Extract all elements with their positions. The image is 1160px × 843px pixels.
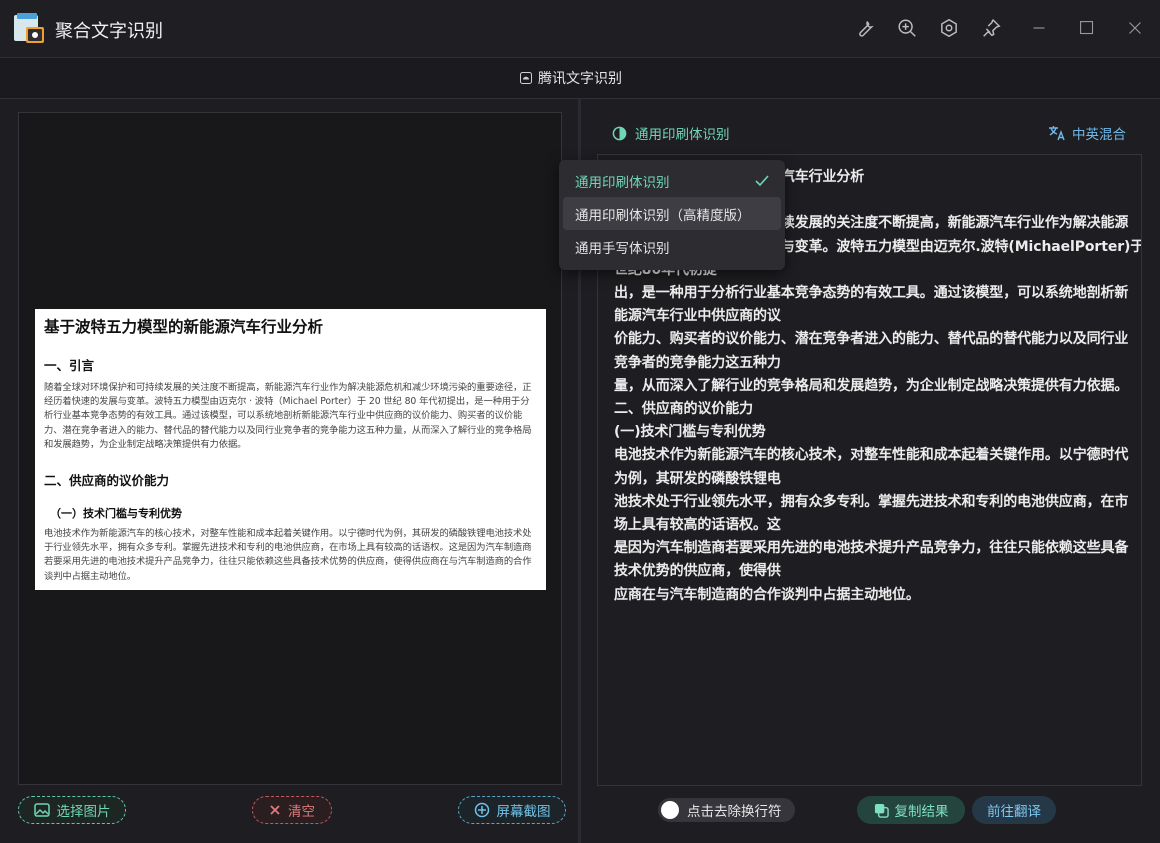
- app-logo-icon: [12, 13, 46, 45]
- result-line: 价能力、购买者的议价能力、潜在竞争者进入的能力、替代品的替代能力以及同行业: [614, 331, 1129, 348]
- toggle-knob: [661, 801, 679, 819]
- select-image-label: 选择图片: [56, 804, 111, 820]
- remove-linebreak-toggle[interactable]: 点击去除换行符: [658, 798, 795, 822]
- zoom-in-icon[interactable]: [896, 17, 918, 39]
- result-line: 场上具有较高的话语权。这: [614, 517, 781, 534]
- language-label: 中英混合: [1072, 127, 1126, 143]
- doc-paragraph-2: 电池技术作为新能源汽车的核心技术，对整车性能和成本起着关键作用。以宁德时代为例，…: [44, 528, 532, 582]
- translate-label: 前往翻译: [987, 804, 1041, 820]
- close-x-icon: [270, 805, 280, 815]
- wrench-icon[interactable]: [854, 17, 876, 39]
- copy-icon: [874, 803, 889, 818]
- result-line: 二、供应商的议价能力: [614, 401, 753, 418]
- image-icon: [33, 803, 50, 817]
- copy-result-button[interactable]: 复制结果: [857, 796, 965, 824]
- result-line: 为例，其研发的磷酸铁锂电: [614, 470, 781, 487]
- ocr-mode-selector[interactable]: 通用印刷体识别: [612, 123, 730, 143]
- select-image-button[interactable]: 选择图片: [18, 796, 126, 824]
- language-selector[interactable]: 中英混合: [1048, 123, 1126, 143]
- window-title: 聚合文字识别: [55, 21, 163, 42]
- screen-capture-icon: [474, 802, 489, 818]
- doc-section-2: 二、供应商的议价能力: [44, 473, 170, 489]
- toggle-label: 点击去除换行符: [687, 804, 782, 820]
- option-label: 通用印刷体识别（高精度版）: [575, 207, 751, 224]
- document-image: 基于波特五力模型的新能源汽车行业分析 一、引言 随着全球对环境保护和可持续发展的…: [35, 309, 546, 590]
- ocr-mode-dropdown: 通用印刷体识别 通用印刷体识别（高精度版） 通用手写体识别: [559, 160, 785, 270]
- screenshot-button[interactable]: 屏幕截图: [458, 796, 566, 824]
- maximize-icon[interactable]: [1076, 17, 1098, 39]
- result-line: 是因为汽车制造商若要采用先进的电池技术提升产品竞争力，往往只能依赖这些具备: [614, 540, 1129, 557]
- minimize-icon[interactable]: [1028, 17, 1050, 39]
- close-icon[interactable]: [1124, 17, 1146, 39]
- result-line: 技术优势的供应商，使得供: [614, 563, 781, 580]
- pin-icon[interactable]: [980, 17, 1002, 39]
- option-label: 通用手写体识别: [575, 240, 670, 257]
- result-line: 池技术处于行业领先水平，拥有众多专利。掌握先进技术和专利的电池供应商，在市: [614, 493, 1129, 510]
- result-line: 竞争者的竞争能力这五种力: [614, 354, 781, 371]
- hexagon-settings-icon[interactable]: [938, 17, 960, 39]
- result-line: 能源汽车行业中供应商的议: [614, 308, 781, 325]
- screenshot-label: 屏幕截图: [496, 804, 551, 820]
- result-line: 电池技术作为新能源汽车的核心技术，对整车性能和成本起着关键作用。以宁德时代: [614, 447, 1129, 464]
- dropdown-option-high-accuracy[interactable]: 通用印刷体识别（高精度版）: [563, 197, 781, 230]
- dropdown-option-general-print[interactable]: 通用印刷体识别: [563, 164, 781, 197]
- tab-tencent-ocr[interactable]: 腾讯文字识别: [520, 68, 622, 88]
- result-line: 量，从而深入了解行业的竞争格局和发展趋势，为企业制定战略决策提供有力依据。: [614, 377, 1129, 394]
- option-label: 通用印刷体识别: [575, 174, 670, 191]
- doc-title: 基于波特五力模型的新能源汽车行业分析: [44, 318, 324, 336]
- translate-icon: [1049, 126, 1065, 141]
- checkmark-icon: [755, 174, 769, 186]
- result-line: 出，是一种用于分析行业基本竞争态势的有效工具。通过该模型，可以系统地剖析新: [614, 285, 1129, 302]
- doc-paragraph-1: 随着全球对环境保护和可持续发展的关注度不断提高，新能源汽车行业作为解决能源危机和…: [44, 382, 532, 450]
- tab-label: 腾讯文字识别: [538, 71, 622, 87]
- copy-label: 复制结果: [894, 804, 949, 820]
- clear-button[interactable]: 清空: [252, 796, 332, 824]
- doc-subsection: （一）技术门槛与专利优势: [50, 507, 182, 521]
- mode-icon: [612, 126, 627, 140]
- clear-label: 清空: [288, 804, 315, 820]
- go-translate-button[interactable]: 前往翻译: [972, 796, 1056, 824]
- dropdown-option-handwriting[interactable]: 通用手写体识别: [563, 230, 781, 263]
- result-line: (一)技术门槛与专利优势: [614, 424, 766, 441]
- ocr-mode-label: 通用印刷体识别: [635, 127, 730, 143]
- title-bar: 聚合文字识别: [0, 0, 1160, 57]
- doc-section-1: 一、引言: [44, 358, 95, 373]
- result-line: 应商在与汽车制造商的合作谈判中占据主动地位。: [614, 586, 920, 603]
- tencent-icon: [520, 72, 532, 84]
